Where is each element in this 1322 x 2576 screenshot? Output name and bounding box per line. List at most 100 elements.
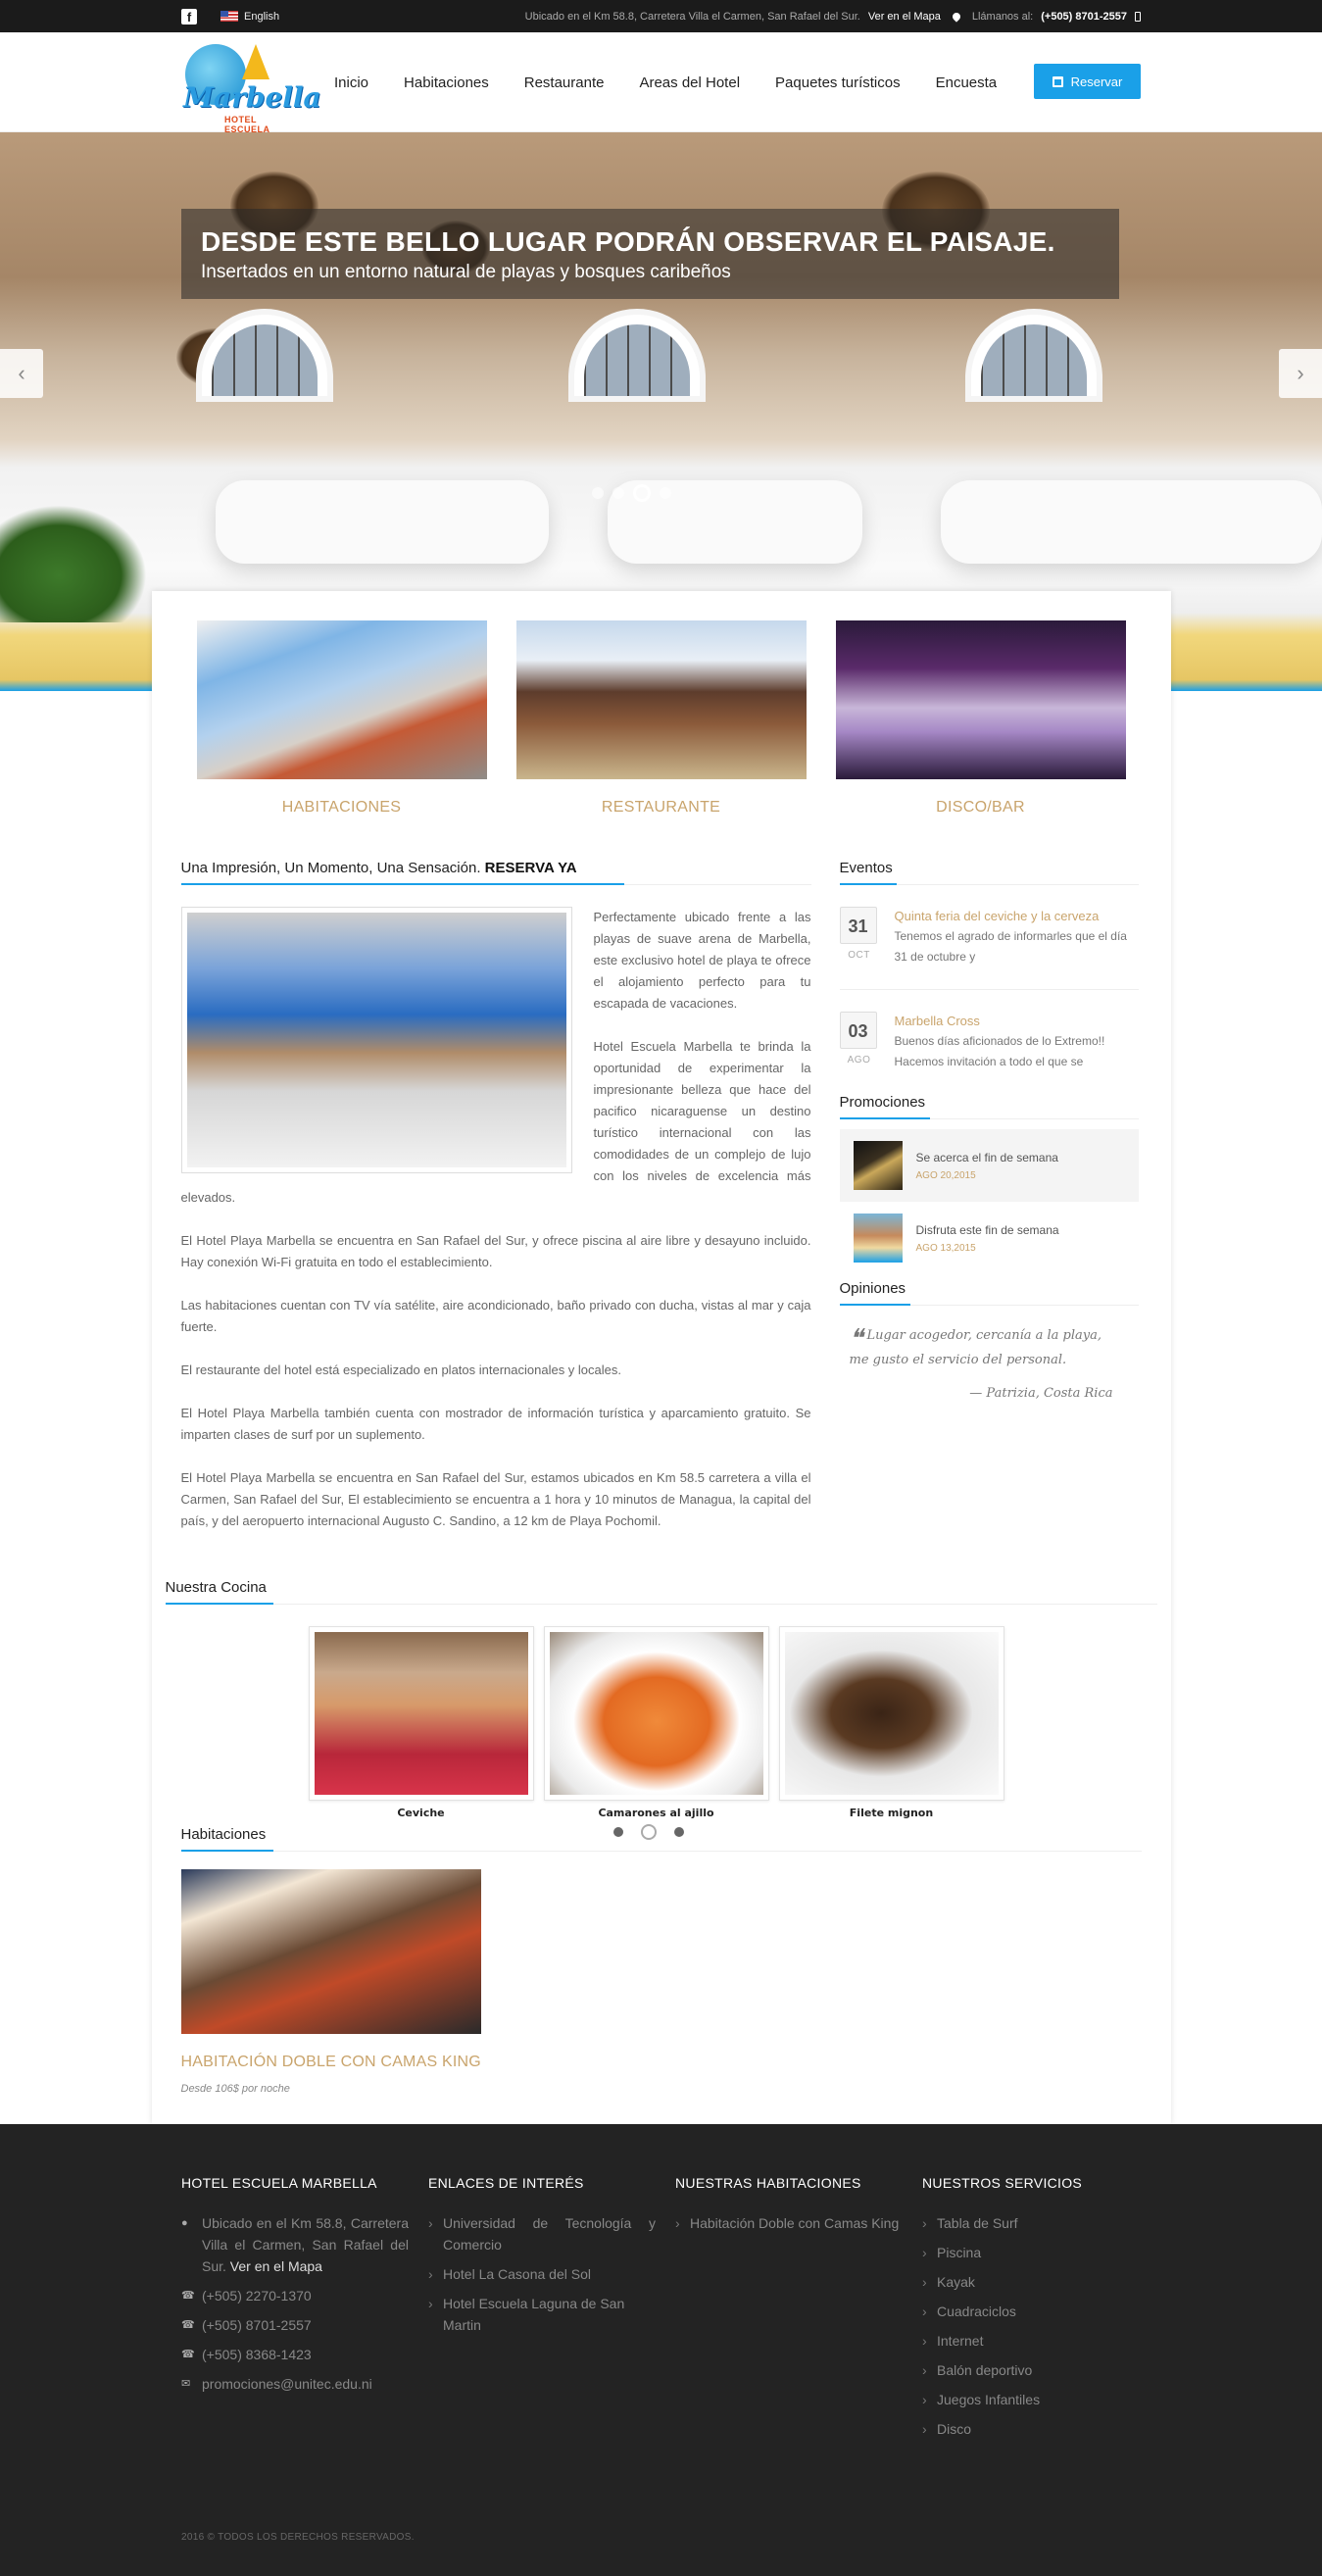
footer-link[interactable]: › Habitación Doble con Camas King <box>675 2212 903 2234</box>
room-card[interactable]: HABITACIÓN DOBLE CON CAMAS KING Desde 10… <box>180 1869 1142 2095</box>
footer-link[interactable]: › Piscina <box>922 2242 1150 2263</box>
nav-restaurante[interactable]: Restaurante <box>524 74 605 91</box>
footer-link-text[interactable]: Internet <box>937 2330 983 2352</box>
promo-title[interactable]: Disfruta este fin de semana <box>916 1223 1059 1237</box>
footer-link-text[interactable]: Balón deportivo <box>937 2359 1032 2381</box>
room-photo[interactable] <box>196 620 487 779</box>
footer-link[interactable]: › Balón deportivo <box>922 2359 1150 2381</box>
disco-photo[interactable] <box>835 620 1126 779</box>
event-day: 03 <box>839 1012 877 1049</box>
feature-label[interactable]: RESTAURANTE <box>516 799 807 817</box>
event-item[interactable]: 03 AGO Marbella Cross Buenos días aficio… <box>839 1012 1139 1094</box>
top-map-link[interactable]: Ver en el Mapa <box>868 11 941 23</box>
facebook-icon[interactable]: f <box>181 8 197 25</box>
footer-email: ✉ promociones@unitec.edu.ni <box>181 2373 409 2395</box>
dish-name: Ceviche <box>397 1807 445 1819</box>
footer-link-text[interactable]: Hotel Escuela Laguna de San Martin <box>443 2293 656 2336</box>
sofa-decoration <box>941 480 1322 564</box>
footer-link[interactable]: › Tabla de Surf <box>922 2212 1150 2234</box>
footer-phone-text[interactable]: (+505) 2270-1370 <box>202 2285 312 2306</box>
promo-item[interactable]: Se acerca el fin de semana AGO 20,2015 <box>839 1129 1139 1202</box>
slider-dot[interactable] <box>660 487 671 499</box>
promo-thumbnail[interactable] <box>853 1141 903 1190</box>
room-card-photo[interactable] <box>180 1869 481 2034</box>
footer-link-text[interactable]: Hotel La Casona del Sol <box>443 2263 591 2285</box>
intro-text: Perfectamente ubicado frente a las playa… <box>180 907 811 1532</box>
slider-next-button[interactable]: › <box>1279 349 1322 398</box>
feature-habitaciones[interactable]: HABITACIONES <box>196 620 487 817</box>
footer-link[interactable]: › Hotel Escuela Laguna de San Martin <box>428 2293 656 2336</box>
promo-thumbnail[interactable] <box>853 1214 903 1263</box>
slider-prev-button[interactable]: ‹ <box>0 349 43 398</box>
logo-subtitle: HOTEL ESCUELA <box>224 115 270 134</box>
reserve-label: Reservar <box>1070 74 1123 89</box>
phone-icon: ☎ <box>181 2349 195 2360</box>
reserve-button[interactable]: Reservar <box>1034 64 1141 99</box>
footer-link-text[interactable]: Piscina <box>937 2242 981 2263</box>
event-item[interactable]: 31 OCT Quinta feria del ceviche y la cer… <box>839 907 1139 990</box>
opinions-title: Opiniones <box>839 1280 906 1297</box>
lobby-photo <box>180 907 572 1173</box>
promo-item[interactable]: Disfruta este fin de semana AGO 13,2015 <box>840 1202 1139 1274</box>
nav-areas-del-hotel[interactable]: Areas del Hotel <box>639 74 740 91</box>
footer-link[interactable]: › Disco <box>922 2418 1150 2440</box>
dish-card[interactable]: Camarones al ajillo <box>543 1626 769 1819</box>
footer-heading: NUESTROS SERVICIOS <box>922 2175 1083 2191</box>
feature-disco-bar[interactable]: DISCO/BAR <box>835 620 1126 817</box>
footer-link-text[interactable]: Juegos Infantiles <box>937 2389 1040 2410</box>
dish-photo[interactable] <box>308 1626 534 1801</box>
footer-phone-text[interactable]: (+505) 8368-1423 <box>202 2344 312 2365</box>
cocina-heading: Nuestra Cocina <box>165 1579 1157 1605</box>
dish-card[interactable]: Filete mignon <box>778 1626 1004 1819</box>
feature-restaurante[interactable]: RESTAURANTE <box>515 620 807 817</box>
event-title[interactable]: Marbella Cross <box>895 1012 1139 1031</box>
footer-email-text[interactable]: promociones@unitec.edu.ni <box>202 2373 372 2395</box>
feature-label[interactable]: HABITACIONES <box>197 799 487 817</box>
slider-dot[interactable] <box>612 487 624 499</box>
language-selector[interactable]: English <box>220 11 279 23</box>
room-name[interactable]: HABITACIÓN DOBLE CON CAMAS KING <box>181 2054 1142 2071</box>
event-month: AGO <box>847 1055 871 1065</box>
nav-paquetes-turisticos[interactable]: Paquetes turísticos <box>775 74 901 91</box>
restaurant-photo[interactable] <box>515 620 807 779</box>
footer-link[interactable]: › Internet <box>922 2330 1150 2352</box>
nav-inicio[interactable]: Inicio <box>334 74 368 91</box>
footer-link[interactable]: › Hotel La Casona del Sol <box>428 2263 656 2285</box>
footer-link-text[interactable]: Kayak <box>937 2271 975 2293</box>
top-phone[interactable]: (+505) 8701-2557 <box>1041 11 1127 23</box>
footer-link[interactable]: › Universidad de Tecnología y Comercio <box>428 2212 656 2255</box>
cocina-title: Nuestra Cocina <box>165 1579 267 1596</box>
bullet-icon: › <box>922 2274 927 2290</box>
footer-phone-text[interactable]: (+505) 8701-2557 <box>202 2314 312 2336</box>
cocina-section: Nuestra Cocina Ceviche Camarones al ajil… <box>152 1579 1171 1840</box>
promo-title[interactable]: Se acerca el fin de semana <box>916 1151 1058 1164</box>
event-date: 31 OCT <box>839 907 879 967</box>
footer-link-text[interactable]: Tabla de Surf <box>937 2212 1018 2234</box>
phone-icon: ☎ <box>181 2319 195 2331</box>
footer-link[interactable]: › Cuadraciclos <box>922 2301 1150 2322</box>
footer-link-text[interactable]: Cuadraciclos <box>937 2301 1016 2322</box>
footer-link[interactable]: › Juegos Infantiles <box>922 2389 1150 2410</box>
footer-link[interactable]: › Kayak <box>922 2271 1150 2293</box>
dish-card[interactable]: Ceviche <box>308 1626 534 1819</box>
footer-col-hotel: HOTEL ESCUELA MARBELLA ● Ubicado en el K… <box>181 2175 428 2448</box>
arched-window <box>568 309 706 402</box>
feature-label[interactable]: DISCO/BAR <box>836 799 1126 817</box>
event-title[interactable]: Quinta feria del ceviche y la cerveza <box>895 907 1139 926</box>
quote-icon: ❝ <box>849 1324 863 1354</box>
event-date: 03 AGO <box>839 1012 879 1072</box>
hotel-logo[interactable]: Marbella HOTEL ESCUELA <box>181 40 321 134</box>
footer-link-text[interactable]: Universidad de Tecnología y Comercio <box>443 2212 656 2255</box>
nav-encuesta[interactable]: Encuesta <box>936 74 998 91</box>
footer-map-link[interactable]: Ver en el Mapa <box>230 2258 322 2274</box>
slider-dot-active[interactable] <box>633 484 651 502</box>
nav-habitaciones[interactable]: Habitaciones <box>404 74 489 91</box>
site-header: Marbella HOTEL ESCUELA Inicio Habitacion… <box>0 32 1322 134</box>
dish-photo[interactable] <box>778 1626 1004 1801</box>
footer-link-text[interactable]: Habitación Doble con Camas King <box>690 2212 899 2234</box>
slider-dot[interactable] <box>592 487 604 499</box>
footer-link-text[interactable]: Disco <box>937 2418 971 2440</box>
intro-paragraph: El Hotel Playa Marbella se encuentra en … <box>180 1233 811 1269</box>
dish-photo[interactable] <box>543 1626 769 1801</box>
bullet-icon: › <box>675 2215 680 2231</box>
